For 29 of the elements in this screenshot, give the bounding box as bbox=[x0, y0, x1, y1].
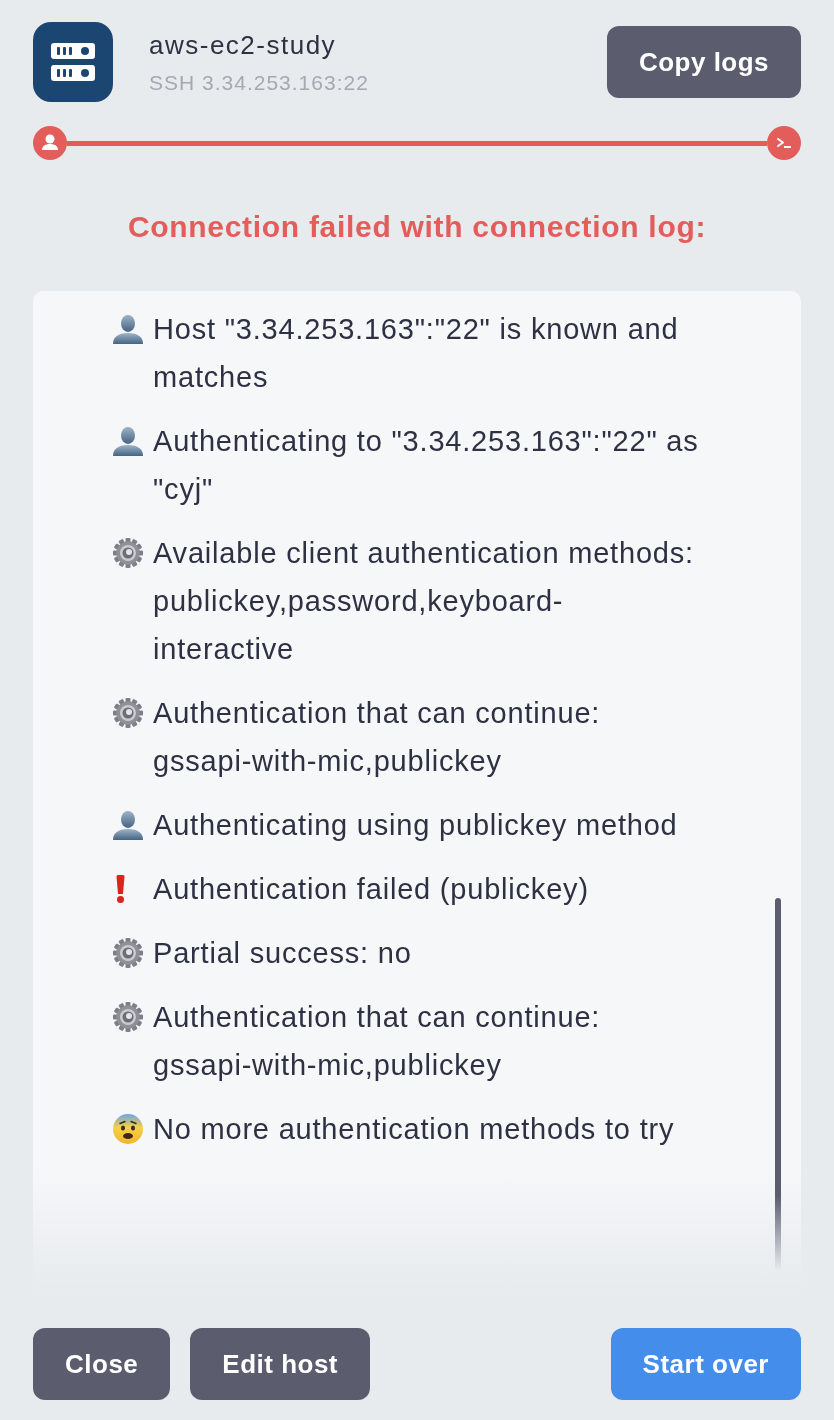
person-icon bbox=[113, 426, 143, 456]
exclamation-icon bbox=[116, 875, 125, 903]
log-line: No more authentication methods to try bbox=[153, 1112, 675, 1147]
person-icon bbox=[33, 126, 67, 160]
log-line: Authentication that can continue: gssapi-with-mic,publickey bbox=[153, 696, 602, 779]
log-line: Host "3.34.253.163":"22" is known and matches bbox=[153, 312, 680, 395]
action-button[interactable]: Edit host bbox=[190, 1328, 371, 1400]
fearful-face-icon bbox=[113, 1114, 143, 1144]
log-line: Available client authentication methods: publickey,password,keyboard-interactive bbox=[153, 536, 695, 667]
log-line: Authentication that can continue: gssapi-with-mic,publickey bbox=[153, 1000, 602, 1083]
host-name: aws-ec2-study bbox=[149, 29, 338, 60]
host-address: SSH 3.34.253.163:22 bbox=[149, 69, 369, 95]
gear-icon bbox=[113, 938, 143, 968]
terminal-icon bbox=[767, 126, 801, 160]
log-line: Authenticating using publickey method bbox=[153, 808, 678, 843]
log-line: Authenticating to "3.34.253.163":"22" as "cyj" bbox=[153, 424, 700, 507]
gear-icon bbox=[113, 698, 143, 728]
scrollbar-thumb[interactable] bbox=[775, 898, 781, 1270]
copy-logs-button[interactable]: Copy logs bbox=[607, 26, 801, 98]
status-heading: Connection failed with connection log: bbox=[126, 210, 708, 244]
log-line: Authentication failed (publickey) bbox=[153, 872, 589, 907]
log-line: Partial success: no bbox=[153, 936, 412, 971]
gear-icon bbox=[113, 538, 143, 568]
person-icon bbox=[113, 314, 143, 344]
gear-icon bbox=[113, 1002, 143, 1032]
action-button[interactable]: Start over bbox=[610, 1328, 801, 1400]
server-icon bbox=[33, 22, 113, 102]
action-button[interactable]: Close bbox=[33, 1328, 171, 1400]
person-icon bbox=[113, 810, 143, 840]
